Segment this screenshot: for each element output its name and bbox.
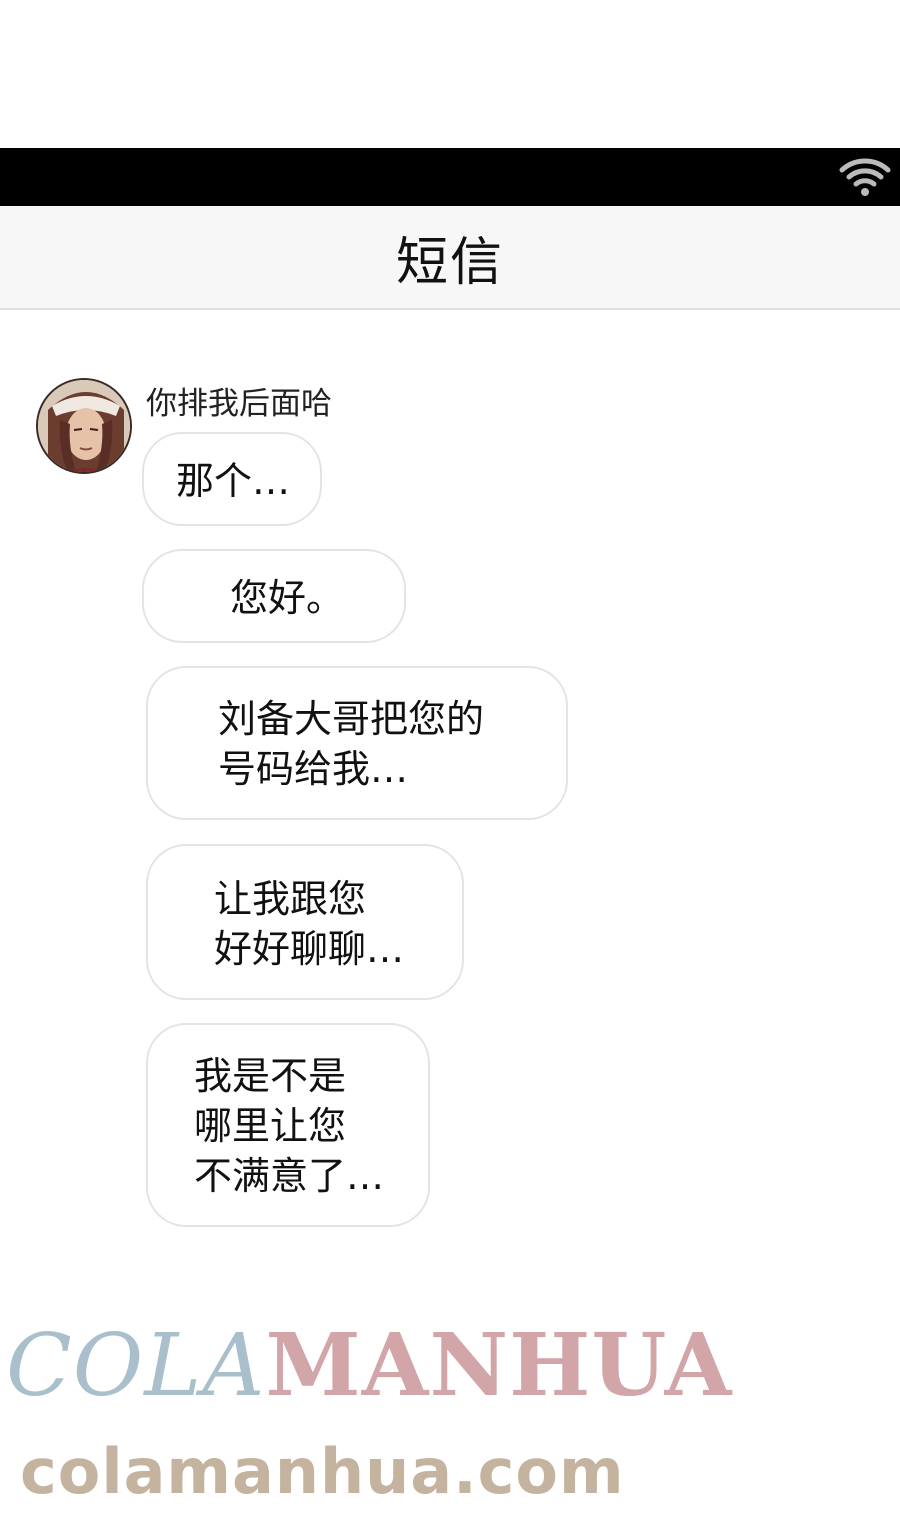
message-bubble[interactable]: 您好。 [142,549,406,643]
page-title: 短信 [395,232,504,293]
wifi-icon [839,158,891,196]
avatar[interactable] [36,378,132,474]
watermark-url: colamanhua.com [20,1435,625,1508]
message-bubble[interactable]: 我是不是 哪里让您 不满意了… [146,1023,430,1227]
watermark-part2: MANHUA [265,1315,733,1416]
status-bar [0,148,900,206]
watermark-logo: COLAMANHUA [6,1315,733,1416]
messaging-screen: 短信 你排我后面哈 那个… 您好。 刘备大哥把您的 号码给我… 让我跟您 好好聊… [0,0,900,1539]
message-bubble[interactable]: 让我跟您 好好聊聊… [146,844,464,1000]
avatar-portrait-icon [38,380,130,472]
message-bubble[interactable]: 刘备大哥把您的 号码给我… [146,666,568,820]
message-bubble[interactable]: 那个… [142,432,322,526]
watermark-part1: COLA [6,1316,266,1416]
sender-name: 你排我后面哈 [146,386,332,422]
app-header: 短信 [0,206,900,310]
